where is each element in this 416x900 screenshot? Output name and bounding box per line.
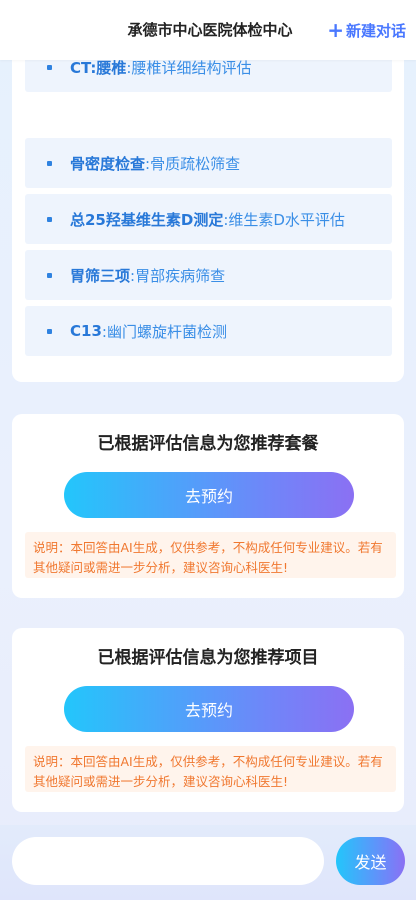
- page-title: 承德市中心医院体检中心: [127, 21, 293, 39]
- bullet-icon: [47, 160, 52, 166]
- send-button[interactable]: 发送: [336, 837, 405, 885]
- bullet-icon: [47, 272, 52, 278]
- exam-item-name: C13: [70, 322, 102, 340]
- exam-items-card: CT:腰椎 :腰椎详细结构评估 骨密度检查 :骨质疏松筛查 总25羟基维生素D测…: [12, 20, 404, 382]
- exam-item: 总25羟基维生素D测定 :维生素D水平评估: [25, 194, 392, 244]
- book-package-button[interactable]: 去预约: [64, 472, 354, 518]
- new-chat-button[interactable]: + 新建对话: [327, 18, 406, 42]
- input-bar: 发送: [0, 825, 416, 900]
- exam-item: 胃筛三项 :胃部疾病筛查: [25, 250, 392, 300]
- ai-disclaimer: 说明：本回答由AI生成，仅供参考，不构成任何专业建议。若有其他疑问或需进一步分析…: [25, 746, 396, 792]
- exam-item-desc: :胃部疾病筛查: [130, 266, 226, 285]
- exam-item: 骨密度检查 :骨质疏松筛查: [25, 138, 392, 188]
- exam-item: C13 :幽门螺旋杆菌检测: [25, 306, 392, 356]
- recommend-package-card: 已根据评估信息为您推荐套餐 去预约 说明：本回答由AI生成，仅供参考，不构成任何…: [12, 414, 404, 598]
- recommend-item-card: 已根据评估信息为您推荐项目 去预约 说明：本回答由AI生成，仅供参考，不构成任何…: [12, 628, 404, 812]
- new-chat-label: 新建对话: [345, 21, 406, 40]
- exam-item-name: 骨密度检查: [70, 154, 146, 173]
- chat-scroll-area[interactable]: CT:腰椎 :腰椎详细结构评估 骨密度检查 :骨质疏松筛查 总25羟基维生素D测…: [0, 0, 416, 825]
- book-item-button[interactable]: 去预约: [64, 686, 354, 732]
- exam-item-name: 胃筛三项: [70, 266, 131, 285]
- exam-item-desc: :维生素D水平评估: [223, 210, 345, 229]
- bullet-icon: [47, 64, 52, 70]
- exam-item-desc: :幽门螺旋杆菌检测: [101, 322, 227, 341]
- plus-icon: +: [327, 18, 344, 42]
- message-input[interactable]: [12, 837, 324, 885]
- ai-disclaimer: 说明：本回答由AI生成，仅供参考，不构成任何专业建议。若有其他疑问或需进一步分析…: [25, 532, 396, 578]
- app-header: 承德市中心医院体检中心 + 新建对话: [0, 0, 416, 60]
- bullet-icon: [47, 216, 52, 222]
- recommend-item-title: 已根据评估信息为您推荐项目: [97, 648, 319, 668]
- recommend-package-title: 已根据评估信息为您推荐套餐: [97, 434, 319, 454]
- bullet-icon: [47, 328, 52, 334]
- exam-item-name: 总25羟基维生素D测定: [70, 210, 224, 229]
- exam-item-desc: :骨质疏松筛查: [145, 154, 241, 173]
